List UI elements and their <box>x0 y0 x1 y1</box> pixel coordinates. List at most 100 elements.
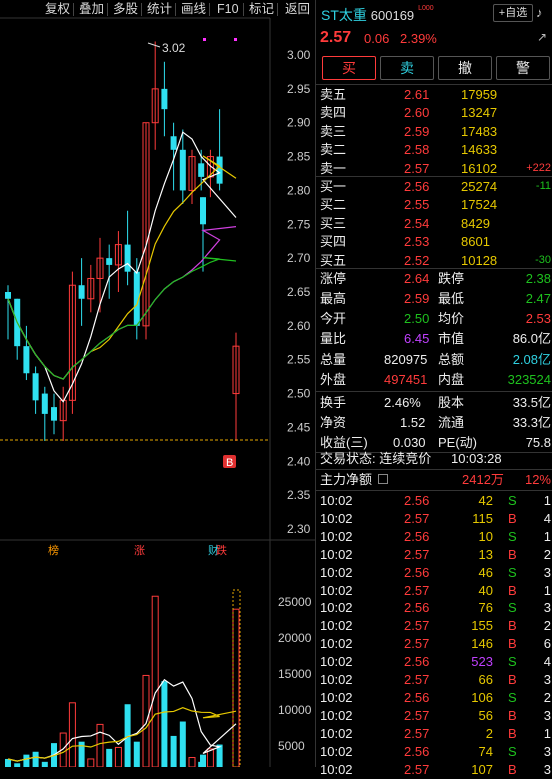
tick-side: S <box>508 564 517 580</box>
tick-side: S <box>508 689 517 705</box>
tick-side: S <box>508 743 517 759</box>
tick-time: 10:02 <box>320 510 353 526</box>
multi-stock-button[interactable]: 多股 <box>113 0 138 18</box>
tick-price: 2.56 <box>404 564 430 580</box>
volume-bar <box>188 757 196 768</box>
volume-tick-label: 10000 <box>278 703 312 717</box>
candle-body <box>106 258 113 265</box>
doc-icon[interactable] <box>378 474 388 484</box>
event-marker: 涨 <box>134 544 145 557</box>
tick-price: 2.56 <box>404 600 430 616</box>
volume-bar <box>170 735 177 767</box>
tick-row: 10:02 2.57 56 B 3 <box>316 707 552 725</box>
vol-ratio-label: 量比 <box>320 331 347 346</box>
event-marker: 跌 <box>216 543 227 557</box>
f10-button[interactable]: F10 <box>217 0 239 18</box>
add-watch-button[interactable]: +自选 <box>493 4 533 22</box>
limit-down-value: 2.38 <box>525 271 551 286</box>
tick-row: 10:02 2.57 40 B 1 <box>316 582 552 600</box>
price-change: 0.06 <box>364 31 390 46</box>
turnover-value: 2.46% <box>384 395 421 410</box>
volume-tick-label: 20000 <box>278 631 312 645</box>
tick-price: 2.56 <box>404 743 430 759</box>
tick-count: 1 <box>543 528 551 544</box>
tick-volume: 74 <box>478 743 493 759</box>
tick-count: 3 <box>543 672 551 687</box>
tick-time: 10:02 <box>320 618 353 634</box>
stock-header: ST太重 600169 L000 <box>321 5 434 25</box>
candle-body <box>200 197 206 225</box>
tick-price: 2.57 <box>404 582 430 598</box>
tick-count: 3 <box>543 564 551 580</box>
kline-chart[interactable]: 3.00 2.95 2.90 2.85 2.80 2.75 2.70 2.65 2.60 2.55… <box>0 0 315 768</box>
tick-side: S <box>508 600 517 616</box>
total-vol-value: 820975 <box>384 352 428 367</box>
volume-tick-label: 15000 <box>278 667 312 681</box>
volume-bar <box>41 761 48 767</box>
share-icon[interactable]: ↗ <box>537 30 547 44</box>
candle-body <box>170 136 177 150</box>
total-vol-label: 总量 <box>320 352 347 367</box>
statistics-button[interactable]: 统计 <box>147 0 172 18</box>
tick-price: 2.57 <box>404 636 430 652</box>
tick-row: 10:02 2.57 146 B 6 <box>316 635 552 653</box>
tick-side: B <box>508 618 517 634</box>
price-tick-label: 2.60 <box>287 319 311 333</box>
tick-side: B <box>508 672 517 687</box>
tick-price: 2.57 <box>404 725 430 741</box>
high-label: 最高 <box>320 291 347 306</box>
buy-button[interactable]: 买 <box>322 56 376 80</box>
tick-price: 2.56 <box>404 493 430 508</box>
candle-body <box>198 163 205 177</box>
volume-bar <box>5 758 11 767</box>
tick-time: 10:02 <box>320 600 353 616</box>
sell-button[interactable]: 卖 <box>380 56 434 80</box>
mark-button[interactable]: 标记 <box>249 0 274 18</box>
tick-volume: 66 <box>478 672 493 687</box>
tick-count: 3 <box>543 707 551 723</box>
volume-bar <box>68 702 76 768</box>
outer-label: 外盘 <box>320 372 347 387</box>
open-label: 今开 <box>320 311 347 326</box>
volume-bar <box>114 746 122 768</box>
main-flow-label: 主力净额 <box>320 472 373 487</box>
draw-line-button[interactable]: 画线 <box>181 0 206 18</box>
tick-price: 2.57 <box>404 761 430 777</box>
price-tick-label: 2.55 <box>287 353 311 367</box>
stock-code: 600169 <box>370 8 415 23</box>
vol-ma10-line <box>7 707 237 762</box>
price-tick-label: 2.85 <box>287 150 311 164</box>
stock-badge: L000 <box>418 5 434 12</box>
volume-tick-label: 5000 <box>278 739 305 753</box>
restore-rights-button[interactable]: 复权 <box>45 0 70 18</box>
alert-button[interactable]: 警 <box>496 56 550 80</box>
volume-bar <box>96 723 104 768</box>
cancel-order-button[interactable]: 撤 <box>438 56 492 80</box>
price-tick-label: 2.80 <box>287 183 311 197</box>
tick-count: 3 <box>543 761 551 777</box>
tick-side: B <box>508 636 517 652</box>
tick-count: 1 <box>543 582 551 598</box>
tick-row: 10:02 2.56 76 S 3 <box>316 599 552 617</box>
marker-dot <box>203 38 206 41</box>
trade-status: 交易状态: 连续竞价 <box>320 451 432 466</box>
bell-icon[interactable]: ♪ <box>536 5 543 20</box>
tick-price: 2.57 <box>404 672 430 687</box>
tick-count: 1 <box>543 493 551 508</box>
tick-side: B <box>508 546 517 562</box>
tick-time: 10:02 <box>320 546 353 562</box>
tick-volume: 10 <box>478 528 493 544</box>
tick-price: 2.57 <box>404 546 430 562</box>
tick-row: 10:02 2.56 46 S 3 <box>316 564 552 582</box>
overlay-button[interactable]: 叠加 <box>79 0 104 18</box>
tick-row: 10:02 2.56 523 S 4 <box>316 653 552 671</box>
tick-row: 10:02 2.57 13 B 2 <box>316 546 552 564</box>
tick-time: 10:02 <box>320 582 353 598</box>
tick-price: 2.56 <box>404 528 430 544</box>
tick-volume: 115 <box>472 510 493 526</box>
tick-count: 3 <box>543 743 551 759</box>
tick-side: B <box>508 582 517 598</box>
back-button[interactable]: 返回 <box>285 0 310 18</box>
kline-svg[interactable]: 3.00 2.95 2.90 2.85 2.80 2.75 2.70 2.65 2.60 2.55… <box>0 0 315 768</box>
tick-volume: 42 <box>478 493 493 508</box>
